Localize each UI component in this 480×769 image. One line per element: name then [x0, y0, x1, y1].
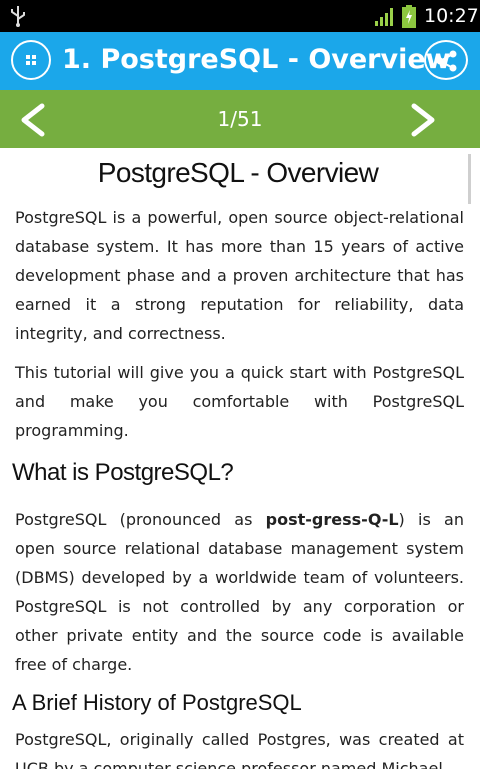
share-icon — [436, 50, 457, 72]
menu-button[interactable] — [11, 40, 51, 80]
grid-menu-icon — [26, 55, 36, 65]
share-button[interactable] — [424, 40, 468, 80]
status-bar: 10:27 — [0, 0, 480, 32]
next-page-button[interactable] — [402, 100, 442, 140]
paragraph-what-is-text-1: PostgreSQL (pronounced as — [15, 510, 266, 529]
paragraph-intro: PostgreSQL is a powerful, open source ob… — [15, 208, 464, 343]
usb-icon — [8, 4, 28, 28]
paragraph-what-is: PostgreSQL (pronounced as post-gress-Q-L… — [15, 505, 464, 679]
battery-charging-icon — [402, 5, 416, 28]
page-nav-bar: 1/51 — [0, 90, 480, 148]
chevron-right-icon — [411, 103, 435, 137]
paragraph-what-is-text-2: ) is an open source relational database … — [15, 510, 465, 674]
app-bar: 1. PostgreSQL - Overview — [0, 32, 480, 90]
heading-brief-history: A Brief History of PostgreSQL — [12, 690, 302, 715]
status-time: 10:27 — [424, 5, 479, 27]
paragraph-history: PostgreSQL, originally called Postgres, … — [15, 730, 464, 769]
article-content[interactable]: PostgreSQL - Overview PostgreSQL is a po… — [0, 148, 480, 769]
pronunciation-bold: post-gress-Q-L — [265, 510, 399, 529]
article-title: PostgreSQL - Overview — [97, 157, 379, 188]
page-title: 1. PostgreSQL - Overview — [62, 44, 451, 75]
paragraph-tutorial: This tutorial will give you a quick star… — [15, 363, 464, 440]
heading-what-is-postgresql: What is PostgreSQL? — [12, 459, 234, 486]
signal-icon — [374, 7, 396, 27]
